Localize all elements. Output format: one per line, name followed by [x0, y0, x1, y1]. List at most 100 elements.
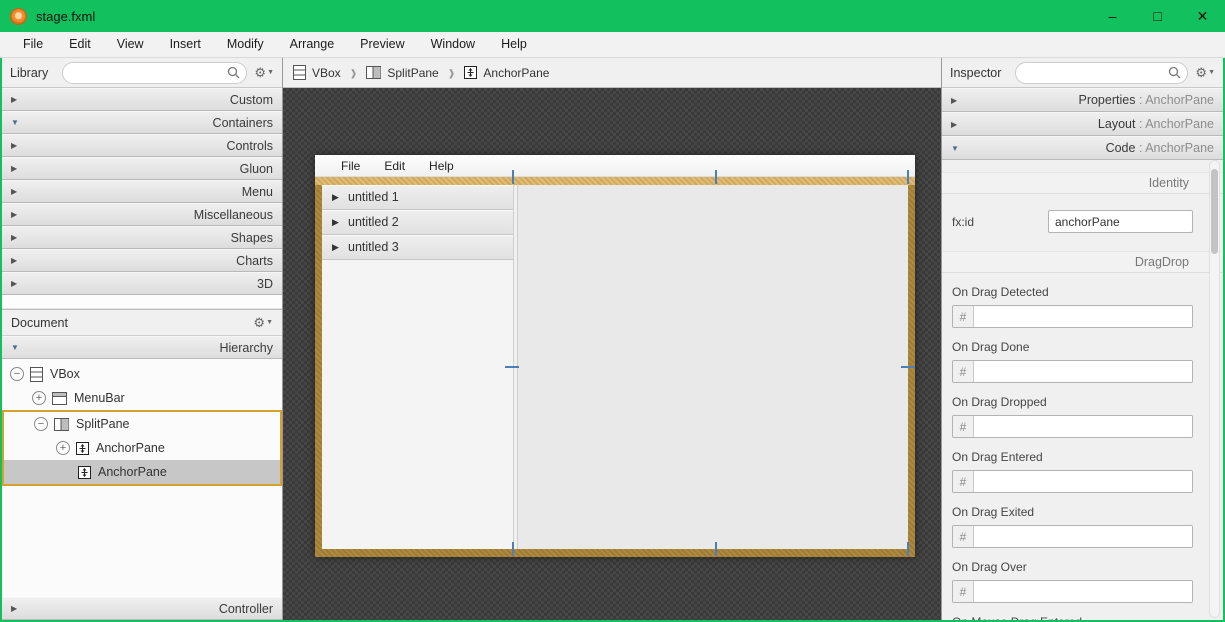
menubar-icon	[52, 391, 67, 405]
inspector-section-properties[interactable]: ▶ Properties : AnchorPane	[942, 88, 1223, 112]
library-section-label: Custom	[229, 92, 273, 107]
tree-item-menubar[interactable]: + MenuBar	[2, 386, 282, 410]
breadcrumb-item-vbox[interactable]: VBox	[293, 65, 341, 80]
menu-item-insert[interactable]: Insert	[157, 32, 214, 57]
selection-handle[interactable]	[907, 170, 909, 184]
library-section-miscellaneous[interactable]: ▶ Miscellaneous	[2, 203, 282, 226]
maximize-button[interactable]: □	[1135, 0, 1180, 32]
selection-handle[interactable]	[505, 366, 519, 368]
caret-down-icon: ▼	[1208, 69, 1215, 76]
controller-section-header[interactable]: ▶ Controller	[2, 597, 282, 620]
dragdrop-subheader: DragDrop	[942, 251, 1223, 273]
fxid-input[interactable]	[1048, 210, 1193, 233]
event-input-group: #	[952, 360, 1193, 383]
tree-item-vbox[interactable]: − VBox	[2, 362, 282, 386]
anchorpane-icon	[464, 66, 478, 79]
preview-titled-pane-untitled-1[interactable]: ▶ untitled 1	[322, 185, 513, 210]
inspector-scrollbar[interactable]	[1209, 160, 1220, 618]
selection-handle[interactable]	[715, 170, 717, 184]
library-menu-button[interactable]: ⚙ ▼	[254, 65, 274, 81]
menu-item-help[interactable]: Help	[488, 32, 540, 57]
collapse-toggle-icon[interactable]: −	[10, 367, 24, 381]
menu-item-edit[interactable]: Edit	[56, 32, 104, 57]
event-handler-input[interactable]	[974, 526, 1192, 547]
tree-item-anchorpane[interactable]: AnchorPane	[4, 460, 280, 484]
expand-toggle-icon[interactable]: +	[56, 441, 70, 455]
menu-item-window[interactable]: Window	[418, 32, 488, 57]
library-section-containers[interactable]: ▼ Containers	[2, 111, 282, 134]
inspector-menu-button[interactable]: ⚙ ▼	[1195, 65, 1215, 81]
breadcrumb: VBox › SplitPane › AnchorPane	[283, 58, 941, 88]
event-handler-input[interactable]	[974, 471, 1192, 492]
inspector-section-code[interactable]: ▼ Code : AnchorPane	[942, 136, 1223, 160]
tree-item-splitpane[interactable]: − SplitPane	[4, 412, 280, 436]
preview-accordion-pane[interactable]: ▶ untitled 1 ▶ untitled 2 ▶ untitled 3	[322, 185, 513, 549]
chevron-right-icon: ›	[448, 58, 455, 86]
selection-handle[interactable]	[512, 170, 514, 184]
menu-item-file[interactable]: File	[10, 32, 56, 57]
app-menu-bar: File Edit View Insert Modify Arrange Preview Wi…	[0, 32, 1225, 58]
disclosure-closed-icon: ▶	[332, 241, 339, 252]
menu-item-preview[interactable]: Preview	[347, 32, 417, 57]
breadcrumb-item-anchorpane[interactable]: AnchorPane	[464, 66, 549, 80]
library-header: Library ⚙ ▼	[2, 58, 282, 88]
menu-item-view[interactable]: View	[104, 32, 157, 57]
library-section-charts[interactable]: ▶ Charts	[2, 249, 282, 272]
selection-handle[interactable]	[512, 542, 514, 556]
tree-item-label: SplitPane	[76, 417, 130, 431]
library-section-shapes[interactable]: ▶ Shapes	[2, 226, 282, 249]
event-handler-input[interactable]	[974, 361, 1192, 382]
menu-item-arrange[interactable]: Arrange	[277, 32, 347, 57]
inspector-section-target: : AnchorPane	[1138, 117, 1214, 131]
close-button[interactable]: ✕	[1180, 0, 1225, 32]
breadcrumb-item-splitpane[interactable]: SplitPane	[366, 66, 439, 80]
hierarchy-section-header[interactable]: ▼ Hierarchy	[2, 336, 282, 359]
library-section-label: Menu	[241, 184, 273, 199]
content-canvas[interactable]: VBox › SplitPane › AnchorPane File Edit Help ▶…	[283, 58, 941, 620]
preview-menu-item-edit[interactable]: Edit	[372, 159, 417, 173]
library-section-gluon[interactable]: ▶ Gluon	[2, 157, 282, 180]
minimize-button[interactable]: –	[1090, 0, 1135, 32]
expand-toggle-icon[interactable]: +	[32, 391, 46, 405]
event-handler-input[interactable]	[974, 581, 1192, 602]
event-field-label: On Drag Entered	[952, 450, 1043, 464]
selection-handle[interactable]	[901, 366, 915, 368]
event-handler-input[interactable]	[974, 306, 1192, 327]
event-field-on-drag-dropped: On Drag Dropped #	[952, 395, 1193, 438]
event-handler-input[interactable]	[974, 416, 1192, 437]
disclosure-closed-icon: ▶	[11, 279, 18, 288]
event-field-label: On Drag Exited	[952, 505, 1035, 519]
library-section-label: Controls	[226, 138, 273, 153]
hierarchy-label: Hierarchy	[219, 340, 274, 355]
collapse-toggle-icon[interactable]: −	[34, 417, 48, 431]
stage-preview[interactable]: File Edit Help ▶ untitled 1 ▶ untitled 2 ▶ unti…	[315, 155, 915, 557]
splitpane-icon	[366, 66, 382, 79]
preview-anchor-pane[interactable]	[518, 185, 908, 549]
preview-menu-item-help[interactable]: Help	[417, 159, 466, 173]
preview-menu-bar[interactable]: File Edit Help	[315, 155, 915, 177]
caret-down-icon: ▼	[267, 69, 274, 76]
selection-handle[interactable]	[715, 542, 717, 556]
selection-handle[interactable]	[907, 542, 909, 556]
library-section-menu[interactable]: ▶ Menu	[2, 180, 282, 203]
main-area: Library ⚙ ▼ ▶ Custom ▼ Containers ▶ Controls ▶ G…	[0, 58, 1225, 622]
library-search-input[interactable]	[62, 61, 248, 84]
preview-titled-pane-untitled-2[interactable]: ▶ untitled 2	[322, 210, 513, 235]
tree-item-anchorpane[interactable]: + AnchorPane	[4, 436, 280, 460]
menu-item-modify[interactable]: Modify	[214, 32, 277, 57]
library-section-3d[interactable]: ▶ 3D	[2, 272, 282, 295]
inspector-search-input[interactable]	[1015, 61, 1189, 84]
library-section-custom[interactable]: ▶ Custom	[2, 88, 282, 111]
title-bar[interactable]: stage.fxml – □ ✕	[0, 0, 1225, 32]
preview-titled-pane-untitled-3[interactable]: ▶ untitled 3	[322, 235, 513, 260]
inspector-title: Inspector	[950, 65, 1002, 80]
preview-menu-item-file[interactable]: File	[329, 159, 372, 173]
library-section-controls[interactable]: ▶ Controls	[2, 134, 282, 157]
event-prefix-label: #	[953, 361, 974, 382]
identity-subheader: Identity	[942, 172, 1223, 194]
event-input-group: #	[952, 525, 1193, 548]
disclosure-closed-icon: ▶	[11, 164, 18, 173]
inspector-section-layout[interactable]: ▶ Layout : AnchorPane	[942, 112, 1223, 136]
document-menu-button[interactable]: ⚙ ▼	[253, 315, 273, 331]
inspector-scrollbar-thumb[interactable]	[1211, 169, 1218, 254]
